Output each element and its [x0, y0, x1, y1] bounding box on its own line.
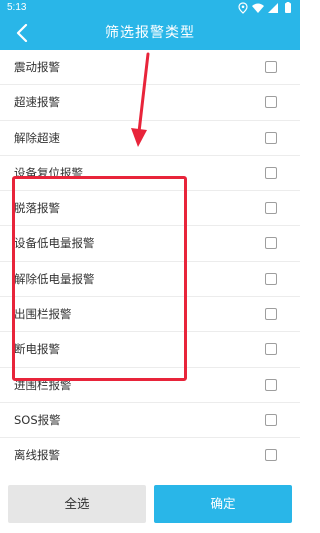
alarm-type-checkbox[interactable] — [265, 343, 277, 356]
alarm-type-label: 解除低电量报警 — [14, 271, 95, 286]
alarm-type-label: 出围栏报警 — [14, 307, 72, 322]
alarm-type-item[interactable]: 解除低电量报警 — [0, 262, 300, 298]
alarm-type-checkbox[interactable] — [265, 96, 277, 109]
alarm-type-label: 解除超速 — [14, 130, 60, 145]
alarm-type-checkbox[interactable] — [265, 166, 277, 179]
alarm-type-label: 进围栏报警 — [14, 377, 72, 392]
alarm-type-checkbox[interactable] — [265, 449, 277, 462]
status-icons — [238, 2, 291, 14]
bottom-action-bar: 全选 确定 — [0, 470, 300, 533]
alarm-type-item[interactable]: SOS报警 — [0, 403, 300, 439]
signal-icon — [268, 3, 278, 13]
alarm-type-label: 设备复位报警 — [14, 165, 83, 180]
alarm-type-label: 震动报警 — [14, 60, 60, 74]
status-time: 5:13 — [7, 2, 27, 13]
select-all-button[interactable]: 全选 — [8, 485, 146, 523]
alarm-type-item[interactable]: 设备低电量报警 — [0, 226, 300, 262]
alarm-type-label: 断电报警 — [14, 342, 60, 357]
confirm-button[interactable]: 确定 — [154, 485, 292, 523]
status-bar: 5:13 — [0, 0, 300, 16]
alarm-type-label: 设备低电量报警 — [14, 236, 95, 251]
alarm-type-item[interactable]: 解除超速 — [0, 121, 300, 156]
page-title: 筛选报警类型 — [105, 25, 195, 41]
title-bar: 筛选报警类型 — [0, 16, 300, 50]
alarm-type-item[interactable]: 出围栏报警 — [0, 297, 300, 333]
alarm-type-checkbox[interactable] — [265, 131, 277, 144]
alarm-type-checkbox[interactable] — [265, 413, 277, 426]
alarm-type-label: 超速报警 — [14, 95, 60, 110]
alarm-type-item[interactable]: 断电报警 — [0, 332, 300, 368]
alarm-type-list: 震动报警 超速报警 解除超速 设备复位报警 脱落报警 设备低电量报警 解除低电量… — [0, 50, 300, 474]
alarm-type-checkbox[interactable] — [265, 272, 277, 285]
location-icon — [238, 2, 248, 14]
alarm-type-checkbox[interactable] — [265, 237, 277, 250]
alarm-type-item[interactable]: 设备复位报警 — [0, 156, 300, 192]
alarm-type-checkbox[interactable] — [265, 202, 277, 215]
alarm-type-item[interactable]: 震动报警 — [0, 50, 300, 86]
alarm-type-label: 脱落报警 — [14, 201, 60, 216]
wifi-icon — [252, 3, 264, 13]
alarm-type-item[interactable]: 超速报警 — [0, 85, 300, 121]
alarm-type-item[interactable]: 脱落报警 — [0, 191, 300, 227]
alarm-type-label: 离线报警 — [14, 448, 60, 463]
battery-icon — [285, 2, 291, 13]
alarm-type-item[interactable]: 离线报警 — [0, 438, 300, 474]
alarm-type-item[interactable]: 进围栏报警 — [0, 368, 300, 403]
alarm-type-checkbox[interactable] — [265, 61, 277, 73]
alarm-type-label: SOS报警 — [14, 412, 61, 427]
alarm-type-checkbox[interactable] — [265, 308, 277, 321]
alarm-type-checkbox[interactable] — [265, 378, 277, 391]
